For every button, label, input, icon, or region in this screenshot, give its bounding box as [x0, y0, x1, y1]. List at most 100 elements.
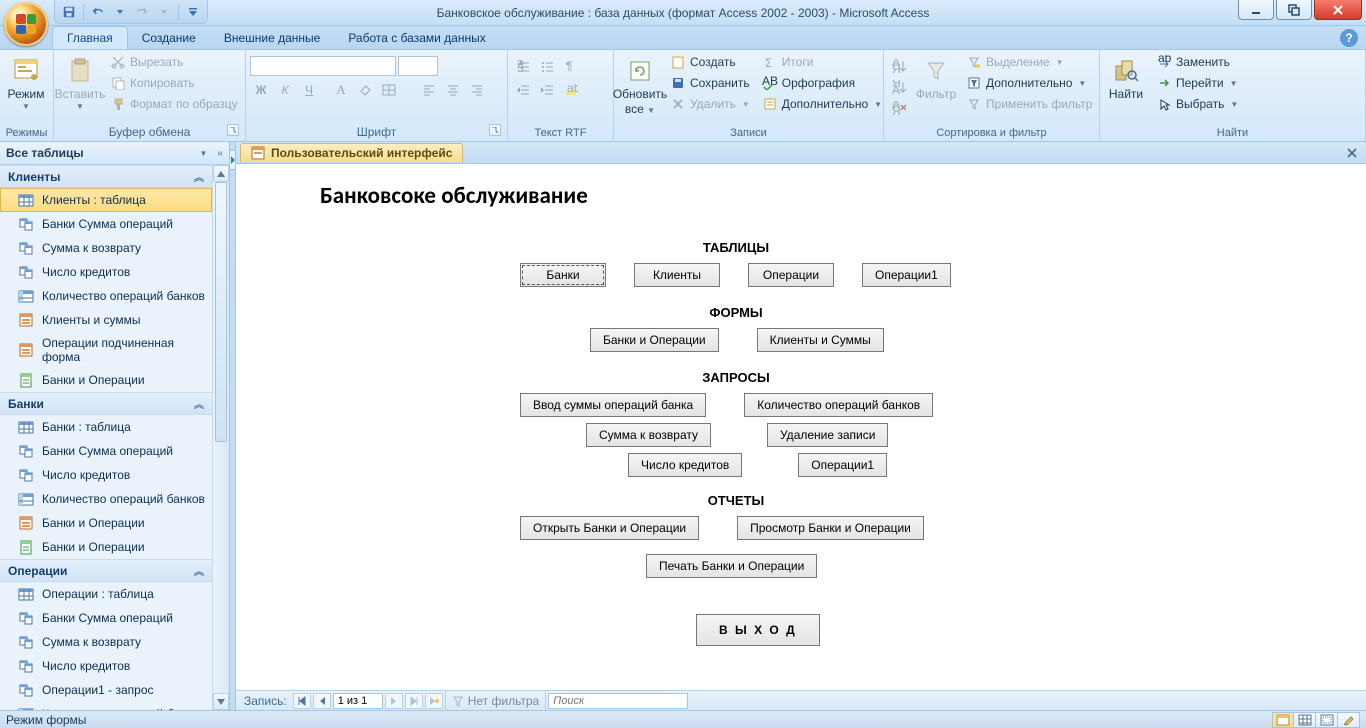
tab-home[interactable]: Главная: [52, 26, 128, 49]
undo-dropdown-icon[interactable]: [110, 2, 130, 22]
nav-item[interactable]: Банки и Операции: [0, 368, 212, 392]
toggle-filter-button[interactable]: Применить фильтр: [962, 94, 1096, 114]
nav-item[interactable]: Количество операций банков: [0, 487, 212, 511]
nav-group-header[interactable]: Операции︽: [0, 559, 212, 582]
filter-button[interactable]: Фильтр: [914, 52, 958, 105]
nav-item[interactable]: Банки : таблица: [0, 415, 212, 439]
nav-item[interactable]: Операции : таблица: [0, 582, 212, 606]
recnav-prev-button[interactable]: [313, 693, 331, 709]
nav-item[interactable]: Банки Сумма операций: [0, 439, 212, 463]
btn-query-chislo-kreditov[interactable]: Число кредитов: [628, 453, 742, 477]
minimize-button[interactable]: [1238, 0, 1274, 20]
bulleted-list-button[interactable]: [536, 56, 558, 76]
recnav-search-input[interactable]: [548, 693, 688, 709]
view-form-button[interactable]: [1272, 712, 1294, 728]
format-painter-button[interactable]: Формат по образцу: [106, 94, 242, 114]
nav-item[interactable]: Банки и Операции: [0, 535, 212, 559]
navpane-splitter[interactable]: [230, 142, 236, 710]
btn-forms-banki-operatsii[interactable]: Банки и Операции: [590, 328, 719, 352]
nav-item[interactable]: Сумма к возврату: [0, 630, 212, 654]
gridlines-button[interactable]: [378, 80, 400, 100]
sort-asc-button[interactable]: АЯ: [888, 56, 910, 76]
align-center-button[interactable]: [442, 80, 464, 100]
save-icon[interactable]: [59, 2, 79, 22]
nav-item[interactable]: Число кредитов: [0, 654, 212, 678]
cut-button[interactable]: Вырезать: [106, 52, 242, 72]
navpane-header[interactable]: Все таблицы ▼ «: [0, 142, 229, 165]
help-icon[interactable]: ?: [1340, 29, 1358, 47]
btn-tables-operatsii[interactable]: Операции: [748, 263, 834, 287]
nav-item[interactable]: Банки Сумма операций: [0, 606, 212, 630]
totals-button[interactable]: ΣИтоги: [758, 52, 886, 72]
selection-filter-button[interactable]: Выделение▼: [962, 52, 1096, 72]
shutter-right-icon[interactable]: [229, 150, 236, 170]
maximize-button[interactable]: [1276, 0, 1312, 20]
nav-item[interactable]: Операции1 - запрос: [0, 678, 212, 702]
paste-button[interactable]: Вставить ▼: [58, 52, 102, 116]
btn-report-preview[interactable]: Просмотр Банки и Операции: [737, 516, 924, 540]
nav-item[interactable]: Сумма к возврату: [0, 236, 212, 260]
btn-tables-banki[interactable]: Банки: [520, 263, 606, 287]
textdir-button[interactable]: ¶: [560, 56, 582, 76]
underline-button[interactable]: Ч: [298, 80, 320, 100]
nav-item[interactable]: Банки Сумма операций: [0, 212, 212, 236]
office-button[interactable]: [4, 2, 48, 46]
nav-item[interactable]: Операции подчиненная форма: [0, 332, 212, 368]
nav-item[interactable]: Число кредитов: [0, 260, 212, 284]
font-name-combo[interactable]: [250, 56, 396, 76]
recnav-next-button[interactable]: [385, 693, 403, 709]
find-button[interactable]: Найти: [1104, 52, 1148, 105]
scroll-thumb[interactable]: [215, 182, 227, 442]
qat-customize-icon[interactable]: [183, 2, 203, 22]
btn-report-open[interactable]: Открыть Банки и Операции: [520, 516, 699, 540]
tab-externaldata[interactable]: Внешние данные: [210, 27, 335, 49]
btn-query-udalenie[interactable]: Удаление записи: [767, 423, 888, 447]
tab-databasetools[interactable]: Работа с базами данных: [334, 27, 499, 49]
close-button[interactable]: [1314, 0, 1362, 20]
clear-sort-button[interactable]: АЯ: [888, 98, 910, 118]
view-design-button[interactable]: [1338, 712, 1360, 728]
scroll-down-icon[interactable]: [213, 693, 229, 710]
dialog-launcher-icon[interactable]: [227, 124, 239, 136]
increase-indent-button[interactable]: [536, 80, 558, 100]
nav-item[interactable]: Клиенты и суммы: [0, 308, 212, 332]
btn-query-operatsii1[interactable]: Операции1: [798, 453, 887, 477]
recnav-first-button[interactable]: [293, 693, 311, 709]
nav-item[interactable]: Клиенты : таблица: [0, 188, 212, 212]
nav-item[interactable]: Число кредитов: [0, 463, 212, 487]
font-color-button[interactable]: A: [330, 80, 352, 100]
shutter-left-icon[interactable]: «: [217, 148, 223, 159]
refresh-all-button[interactable]: Обновить все ▼: [618, 52, 662, 120]
replace-button[interactable]: abЗаменить: [1152, 52, 1242, 72]
delete-record-button[interactable]: Удалить▼: [666, 94, 754, 114]
font-size-combo[interactable]: [398, 56, 438, 76]
btn-report-print[interactable]: Печать Банки и Операции: [646, 554, 817, 578]
btn-forms-klienty-summy[interactable]: Клиенты и Суммы: [757, 328, 884, 352]
recnav-last-button[interactable]: [405, 693, 423, 709]
bold-button[interactable]: Ж: [250, 80, 272, 100]
nav-item[interactable]: Количество операций банков: [0, 284, 212, 308]
btn-exit[interactable]: В Ы Х О Д: [696, 614, 820, 646]
view-datasheet-button[interactable]: [1294, 712, 1316, 728]
nav-scrollbar[interactable]: [212, 165, 229, 710]
save-record-button[interactable]: Сохранить: [666, 73, 754, 93]
align-right-button[interactable]: [466, 80, 488, 100]
new-record-button[interactable]: Создать: [666, 52, 754, 72]
copy-button[interactable]: Копировать: [106, 73, 242, 93]
nav-item[interactable]: Банки и Операции: [0, 511, 212, 535]
advanced-filter-button[interactable]: Дополнительно▼: [962, 73, 1096, 93]
align-left-button[interactable]: [418, 80, 440, 100]
select-button[interactable]: Выбрать▼: [1152, 94, 1242, 114]
fill-color-button[interactable]: [354, 80, 376, 100]
recnav-filter-status[interactable]: Нет фильтра: [445, 691, 547, 710]
redo-dropdown-icon[interactable]: [154, 2, 174, 22]
tab-close-button[interactable]: [1344, 145, 1360, 161]
redo-icon[interactable]: [132, 2, 152, 22]
numbered-list-button[interactable]: 123: [512, 56, 534, 76]
highlight-button[interactable]: ab: [560, 80, 582, 100]
view-button[interactable]: Режим ▼: [4, 52, 48, 116]
btn-tables-operatsii1[interactable]: Операции1: [862, 263, 951, 287]
recnav-search[interactable]: [548, 693, 688, 709]
nav-group-header[interactable]: Банки︽: [0, 392, 212, 415]
view-layout-button[interactable]: [1316, 712, 1338, 728]
